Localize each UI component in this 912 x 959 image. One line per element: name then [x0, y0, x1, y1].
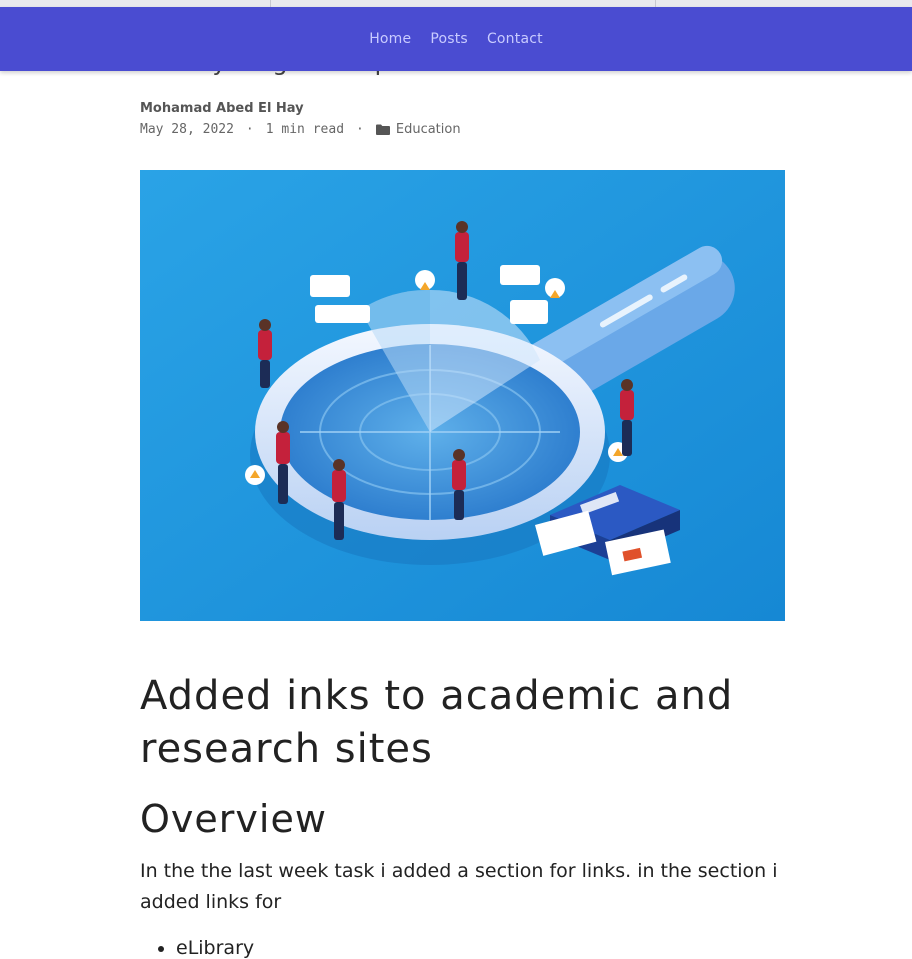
- nav-posts-link[interactable]: Posts: [430, 31, 468, 47]
- meta-separator: ·: [245, 122, 254, 137]
- top-navbar: Home Posts Contact: [0, 7, 912, 71]
- post-category[interactable]: Education: [375, 122, 461, 137]
- post-read-time: 1 min read: [265, 122, 345, 137]
- nav-home-link[interactable]: Home: [369, 31, 411, 47]
- analytics-magnifier-illustration: [140, 170, 785, 621]
- content-heading-2: Overview: [140, 797, 327, 841]
- post-author[interactable]: Mohamad Abed El Hay: [140, 101, 304, 116]
- folder-icon: [375, 124, 390, 135]
- post-category-label: Education: [395, 122, 461, 137]
- hero-image: [140, 170, 785, 621]
- content-paragraph: In the the last week task i added a sect…: [140, 860, 778, 913]
- nav-contact-link[interactable]: Contact: [487, 31, 543, 47]
- browser-top-strip: [0, 0, 912, 7]
- post-meta: May 28, 2022 · 1 min read · Education: [140, 122, 461, 137]
- post-date: May 28, 2022: [140, 122, 234, 137]
- meta-separator: ·: [356, 122, 364, 137]
- strip-divider: [655, 0, 656, 7]
- strip-divider: [270, 0, 271, 7]
- content-heading-1: Added inks to academic and research site…: [140, 673, 734, 772]
